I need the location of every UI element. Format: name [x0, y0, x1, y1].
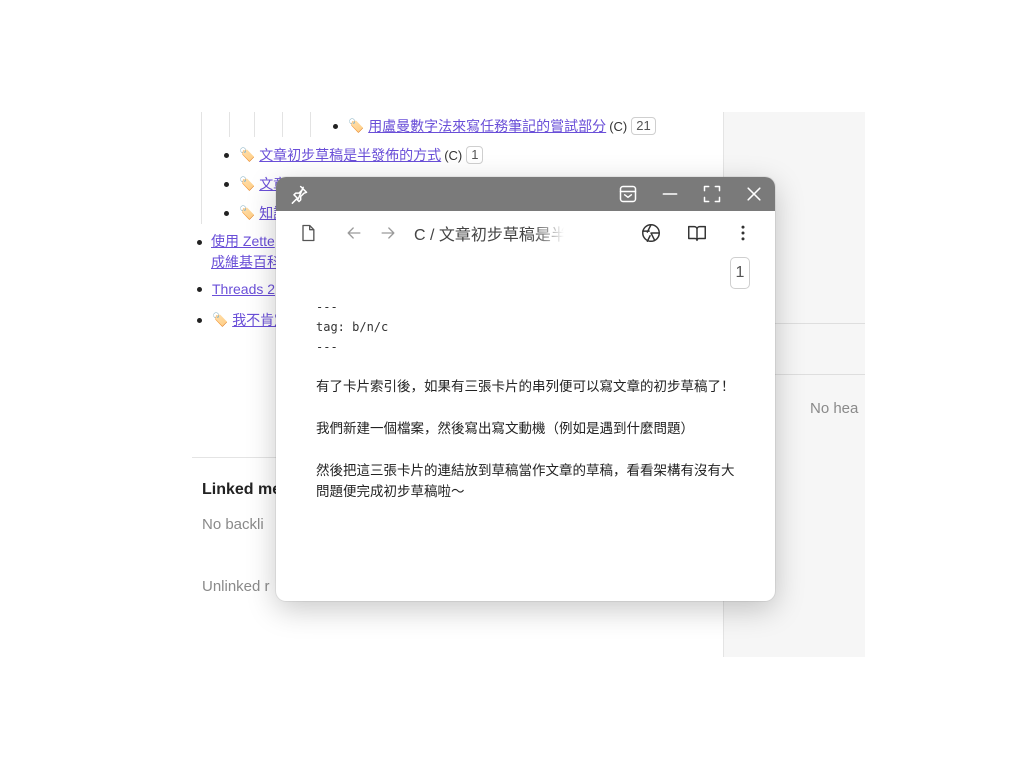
frontmatter-line: tag: b/n/c: [316, 320, 389, 334]
bullet-icon: [333, 123, 338, 129]
frontmatter: --- tag: b/n/c ---: [316, 297, 736, 357]
note-link[interactable]: 使用 Zette: [211, 233, 275, 249]
collapse-icon[interactable]: [617, 183, 639, 205]
backlink-count-badge[interactable]: 1: [730, 257, 750, 289]
list-item: 🏷️ 我不肯定: [197, 310, 288, 330]
forward-arrow-icon[interactable]: [376, 221, 400, 245]
popout-navbar: C / 文章初步草稿是半發佈的方式: [276, 211, 775, 255]
bullet-icon: [224, 181, 229, 187]
more-options-icon[interactable]: [731, 221, 755, 245]
tag-icon: 🏷️: [239, 205, 256, 220]
popout-content: --- tag: b/n/c --- 有了卡片索引後，如果有三張卡片的串列便可以…: [316, 297, 736, 502]
bullet-icon: [224, 152, 229, 158]
frontmatter-line: ---: [316, 300, 338, 314]
paragraph: 我們新建一個檔案，然後寫出寫文動機（例如是遇到什麼問題）: [316, 421, 694, 436]
indent-guide: [310, 112, 311, 137]
note-link[interactable]: 成維基百科: [211, 254, 281, 270]
count-badge: 21: [631, 117, 656, 135]
maximize-icon[interactable]: [701, 183, 723, 205]
list-item: 🏷️ 文章初步草稿是半發佈的方式 (C) 1: [224, 145, 484, 165]
popout-titlebar[interactable]: [276, 177, 775, 211]
indent-guide: [282, 112, 283, 137]
reading-view-book-icon[interactable]: [685, 221, 709, 245]
pin-icon[interactable]: [288, 183, 310, 205]
no-headings-text: No hea: [810, 400, 859, 417]
note-link[interactable]: 文章初步草稿是半發佈的方式: [259, 145, 441, 165]
popout-window: C / 文章初步草稿是半發佈的方式 1 --- tag: b/n/c ---: [276, 177, 775, 601]
note-link[interactable]: Threads 2: [212, 281, 275, 297]
tag-icon: 🏷️: [348, 118, 365, 133]
bullet-icon: [197, 317, 202, 323]
no-backlinks-text: No backli: [202, 516, 264, 533]
category-label: (C): [609, 118, 628, 134]
paragraph: 然後把這三張卡片的連結放到草稿當作文章的草稿，看看架構有沒有大問題便完成初步草稿…: [316, 463, 735, 499]
list-item: Threads 2: [197, 281, 275, 297]
category-label: (C): [444, 147, 463, 163]
indent-guide: [254, 112, 255, 137]
close-icon[interactable]: [743, 183, 765, 205]
breadcrumb[interactable]: C / 文章初步草稿是半發佈的方式: [414, 221, 564, 245]
unlinked-mentions-heading[interactable]: Unlinked r: [202, 578, 270, 595]
frontmatter-line: ---: [316, 340, 338, 354]
tag-icon: 🏷️: [239, 176, 256, 191]
bullet-icon: [197, 239, 202, 245]
paragraph: 有了卡片索引後，如果有三張卡片的串列便可以寫文章的初步草稿了！: [316, 379, 735, 394]
indent-guide: [201, 112, 202, 224]
count-badge: 1: [466, 146, 484, 164]
minimize-icon[interactable]: [659, 183, 681, 205]
bullet-icon: [197, 286, 202, 292]
tag-icon: 🏷️: [212, 312, 229, 327]
bullet-icon: [224, 210, 229, 216]
indent-guide: [229, 112, 230, 137]
back-arrow-icon[interactable]: [342, 221, 366, 245]
graph-aperture-icon[interactable]: [639, 221, 663, 245]
linked-mentions-heading[interactable]: Linked me: [202, 481, 281, 499]
list-item: 🏷️ 用盧曼數字法來寫任務筆記的嘗試部分 (C) 21: [333, 116, 656, 136]
file-icon[interactable]: [296, 221, 320, 245]
tag-icon: 🏷️: [239, 147, 256, 162]
list-item: 使用 Zette 成維基百科: [197, 231, 281, 273]
note-link[interactable]: 用盧曼數字法來寫任務筆記的嘗試部分: [368, 116, 606, 136]
